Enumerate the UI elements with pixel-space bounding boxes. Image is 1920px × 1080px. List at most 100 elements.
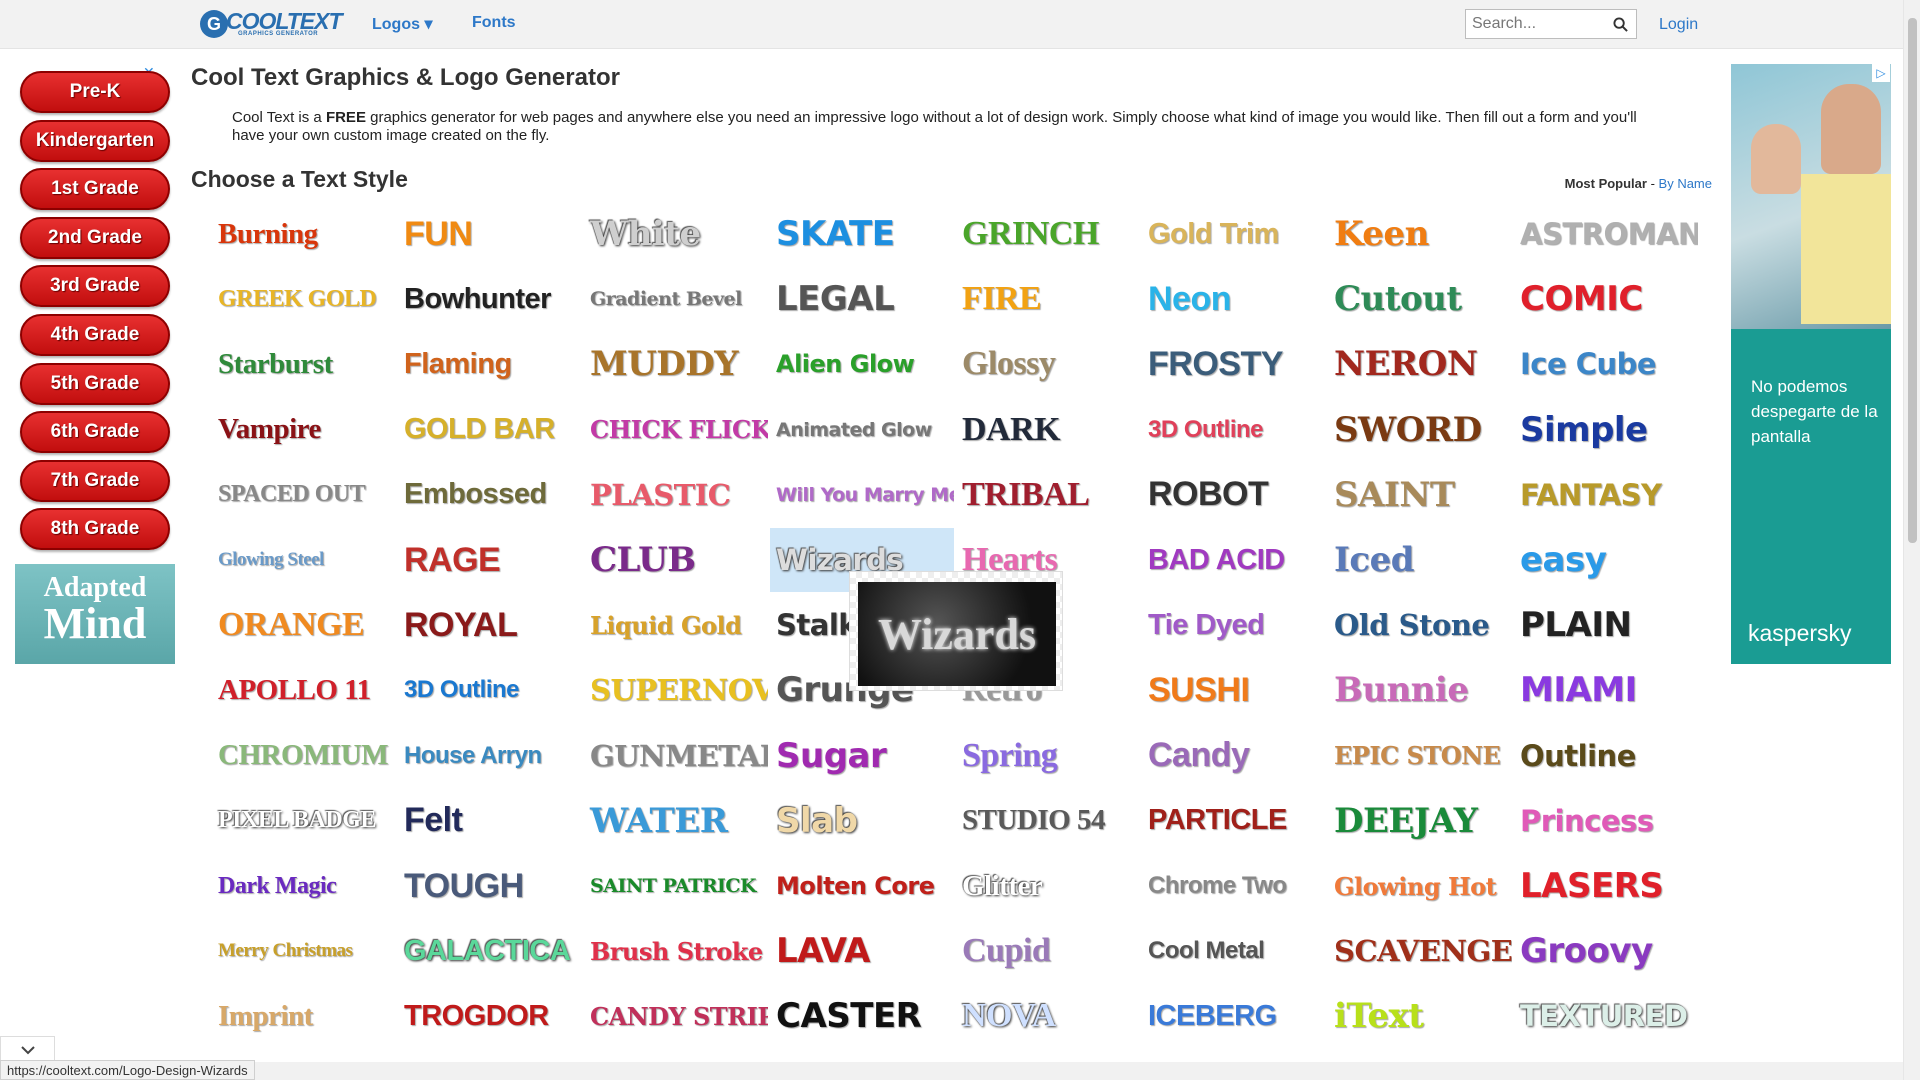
- text-style-tile[interactable]: Liquid Gold: [584, 593, 768, 657]
- text-style-tile[interactable]: Embossed: [398, 463, 582, 527]
- text-style-tile[interactable]: Cupid: [956, 919, 1140, 983]
- text-style-tile[interactable]: Bowhunter: [398, 267, 582, 331]
- text-style-tile[interactable]: FANTASY: [1514, 463, 1698, 527]
- text-style-tile[interactable]: Groovy: [1514, 919, 1698, 983]
- text-style-tile[interactable]: Cool Metal: [1142, 919, 1326, 983]
- text-style-tile[interactable]: ROYAL: [398, 593, 582, 657]
- text-style-tile[interactable]: Chrome Two: [1142, 854, 1326, 918]
- text-style-tile[interactable]: RAGE: [398, 528, 582, 592]
- text-style-tile[interactable]: Dark Magic: [212, 854, 396, 918]
- grade-button[interactable]: 4th Grade: [20, 314, 170, 356]
- text-style-tile[interactable]: BAD ACID: [1142, 528, 1326, 592]
- text-style-tile[interactable]: TEXTURED: [1514, 984, 1698, 1048]
- text-style-tile[interactable]: Vampire: [212, 398, 396, 462]
- text-style-tile[interactable]: iText: [1328, 984, 1512, 1048]
- sort-by-name-link[interactable]: By Name: [1659, 176, 1712, 191]
- text-style-tile[interactable]: PLASTIC: [584, 463, 768, 527]
- text-style-tile[interactable]: WATER: [584, 789, 768, 853]
- scrollbar-thumb[interactable]: [1908, 18, 1917, 543]
- text-style-tile[interactable]: House Arryn: [398, 724, 582, 788]
- text-style-tile[interactable]: Spring: [956, 724, 1140, 788]
- text-style-tile[interactable]: TRIBAL: [956, 463, 1140, 527]
- text-style-tile[interactable]: Simple: [1514, 398, 1698, 462]
- text-style-tile[interactable]: easy: [1514, 528, 1698, 592]
- nav-fonts-link[interactable]: Fonts: [472, 14, 516, 32]
- text-style-tile[interactable]: APOLLO 11: [212, 658, 396, 722]
- text-style-tile[interactable]: GUNMETAL: [584, 724, 768, 788]
- text-style-tile[interactable]: DEEJAY: [1328, 789, 1512, 853]
- text-style-tile[interactable]: Felt: [398, 789, 582, 853]
- text-style-tile[interactable]: SKATE: [770, 202, 954, 266]
- vertical-scrollbar[interactable]: [1903, 0, 1920, 1080]
- text-style-tile[interactable]: White: [584, 202, 768, 266]
- grade-button[interactable]: 6th Grade: [20, 411, 170, 454]
- login-link[interactable]: Login: [1659, 16, 1698, 34]
- nav-logos-menu[interactable]: Logos ▾: [372, 14, 432, 34]
- grade-button[interactable]: 5th Grade: [20, 362, 170, 405]
- text-style-tile[interactable]: Slab: [770, 789, 954, 853]
- grade-button[interactable]: Kindergarten: [20, 119, 170, 162]
- adchoices-icon[interactable]: ▷: [1872, 64, 1890, 82]
- text-style-tile[interactable]: PIXEL BADGE: [212, 789, 396, 853]
- text-style-tile[interactable]: Bunnie: [1328, 658, 1512, 722]
- text-style-tile[interactable]: LAVA: [770, 919, 954, 983]
- text-style-tile[interactable]: Outline: [1514, 724, 1698, 788]
- text-style-tile[interactable]: Will You Marry Me?: [770, 463, 954, 527]
- text-style-tile[interactable]: Old Stone: [1328, 593, 1512, 657]
- text-style-tile[interactable]: Glowing Steel: [212, 528, 396, 592]
- text-style-tile[interactable]: Neon: [1142, 267, 1326, 331]
- site-logo[interactable]: G COOLTEXT GRAPHICS GENERATOR: [200, 8, 343, 40]
- text-style-tile[interactable]: EPIC STONE: [1328, 724, 1512, 788]
- text-style-tile[interactable]: Brush Stroke: [584, 919, 768, 983]
- grade-button[interactable]: 8th Grade: [20, 508, 170, 551]
- text-style-tile[interactable]: Merry Christmas: [212, 919, 396, 983]
- text-style-tile[interactable]: SAINT PATRICK: [584, 854, 768, 918]
- text-style-tile[interactable]: Molten Core: [770, 854, 954, 918]
- text-style-tile[interactable]: TROGDOR: [398, 984, 582, 1048]
- text-style-tile[interactable]: SCAVENGE: [1328, 919, 1512, 983]
- text-style-tile[interactable]: Alien Glow: [770, 332, 954, 396]
- text-style-tile[interactable]: DARK: [956, 398, 1140, 462]
- text-style-tile[interactable]: ASTROMAN: [1514, 202, 1698, 266]
- text-style-tile[interactable]: Ice Cube: [1514, 332, 1698, 396]
- text-style-tile[interactable]: Glowing Hot: [1328, 854, 1512, 918]
- text-style-tile[interactable]: GRINCH: [956, 202, 1140, 266]
- text-style-tile[interactable]: 3D Outline: [1142, 398, 1326, 462]
- grade-button[interactable]: 1st Grade: [20, 168, 170, 211]
- text-style-tile[interactable]: SPACED OUT: [212, 463, 396, 527]
- text-style-tile[interactable]: NOVA: [956, 984, 1140, 1048]
- text-style-tile[interactable]: CHROMIUM: [212, 724, 396, 788]
- text-style-tile[interactable]: Keen: [1328, 202, 1512, 266]
- text-style-tile[interactable]: Imprint: [212, 984, 396, 1048]
- collapse-ad-button[interactable]: [0, 1036, 55, 1062]
- text-style-tile[interactable]: CHICK FLICK: [584, 398, 768, 462]
- text-style-tile[interactable]: COMIC: [1514, 267, 1698, 331]
- text-style-tile[interactable]: GOLD BAR: [398, 398, 582, 462]
- search-input[interactable]: [1466, 10, 1606, 38]
- text-style-tile[interactable]: GREEK GOLD: [212, 267, 396, 331]
- text-style-tile[interactable]: FIRE: [956, 267, 1140, 331]
- adaptedmind-ad-logo[interactable]: Adapted Mind: [15, 564, 175, 664]
- text-style-tile[interactable]: SUSHI: [1142, 658, 1326, 722]
- text-style-tile[interactable]: SWORD: [1328, 398, 1512, 462]
- text-style-tile[interactable]: PARTICLE: [1142, 789, 1326, 853]
- text-style-tile[interactable]: MIAMI: [1514, 658, 1698, 722]
- text-style-tile[interactable]: Sugar: [770, 724, 954, 788]
- text-style-tile[interactable]: Burning: [212, 202, 396, 266]
- grade-button[interactable]: 2nd Grade: [20, 216, 170, 259]
- text-style-tile[interactable]: GALACTICA: [398, 919, 582, 983]
- text-style-tile[interactable]: LASERS: [1514, 854, 1698, 918]
- text-style-tile[interactable]: MUDDY: [584, 332, 768, 396]
- text-style-tile[interactable]: FROSTY: [1142, 332, 1326, 396]
- search-icon[interactable]: [1613, 17, 1628, 32]
- text-style-tile[interactable]: SUPERNOVA: [584, 658, 768, 722]
- text-style-tile[interactable]: Flaming: [398, 332, 582, 396]
- text-style-tile[interactable]: ICEBERG: [1142, 984, 1326, 1048]
- text-style-tile[interactable]: TOUGH: [398, 854, 582, 918]
- text-style-tile[interactable]: Gradient Bevel: [584, 267, 768, 331]
- text-style-tile[interactable]: Glitter: [956, 854, 1140, 918]
- grade-button[interactable]: 3rd Grade: [20, 265, 170, 308]
- grade-button[interactable]: Pre-K: [20, 71, 170, 113]
- text-style-tile[interactable]: CLUB: [584, 528, 768, 592]
- text-style-tile[interactable]: Candy: [1142, 724, 1326, 788]
